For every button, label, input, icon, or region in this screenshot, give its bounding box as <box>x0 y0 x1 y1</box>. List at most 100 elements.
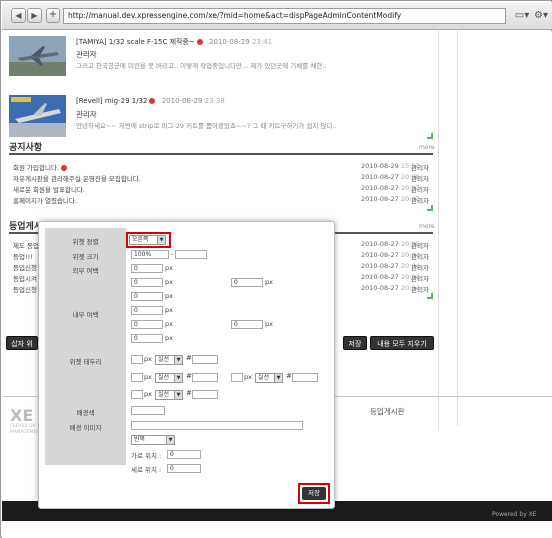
outer-margin-bottom-input[interactable]: 0 <box>131 292 163 301</box>
border-top-style-select[interactable]: 실선 ▼ <box>155 355 183 365</box>
border-bottom-color-input[interactable] <box>192 390 218 399</box>
border-left-width-input[interactable] <box>131 373 143 382</box>
widget-style-dialog: 위젯 정렬 오른쪽 ▼ 위젯 크기 100% - 외부 여백 0 px 0 px … <box>38 221 335 509</box>
inner-margin-bottom-input[interactable]: 0 <box>131 334 163 343</box>
inner-margin-top-input[interactable]: 0 <box>131 306 163 315</box>
new-badge-icon <box>61 165 67 171</box>
mig29-model-thumbnail[interactable] <box>9 95 66 137</box>
px-unit: px <box>165 334 173 342</box>
inner-margin-right-input[interactable]: 0 <box>231 320 263 329</box>
border-right-color-input[interactable] <box>292 373 318 382</box>
background-image-input[interactable] <box>131 421 303 430</box>
news-title[interactable]: [TAMIYA] 1/32 scale F-15C 제작중~ 2010-08-2… <box>76 37 272 47</box>
border-left-style-select[interactable]: 실선 ▼ <box>155 373 183 383</box>
notice-row[interactable]: 자유게시판을 관리해주실 운영진을 모집합니다. 2010-08-27 20:0… <box>13 173 433 183</box>
news-author: 관리자 <box>76 50 97 59</box>
dropdown-arrow-icon: ▼ <box>174 391 182 399</box>
xe-logo: XE <box>10 406 34 425</box>
px-unit: px <box>165 292 173 300</box>
inner-margin-label: 내부 여백 <box>72 311 99 319</box>
border-top-width-input[interactable] <box>131 355 143 364</box>
signup-more-link[interactable]: more <box>419 223 435 230</box>
xe-logo-tagline: CLEVER OR <box>10 424 36 429</box>
outer-margin-left-input[interactable]: 0 <box>131 278 163 287</box>
dropdown-arrow-icon: ▼ <box>274 374 282 382</box>
powered-by: Powered by XE <box>492 511 537 518</box>
px-unit: px <box>265 320 273 328</box>
background-color-input[interactable] <box>131 406 165 415</box>
news-item[interactable]: [Revell] mig-29 1/32 2010-08-29 23:38 관리… <box>7 89 435 143</box>
new-badge-icon <box>196 39 203 45</box>
border-right-width-input[interactable] <box>231 373 243 382</box>
border-bottom-width-input[interactable] <box>131 390 143 399</box>
page-save-button[interactable]: 저장 <box>343 336 367 350</box>
px-unit: px <box>165 278 173 286</box>
background-color-label: 배경색 <box>76 409 95 417</box>
outer-margin-label: 외부 여백 <box>72 267 99 275</box>
background-image-label: 배경 이미지 <box>69 424 102 432</box>
widget-position-select[interactable]: 오른쪽 ▼ <box>129 235 166 245</box>
right-column-divider <box>457 31 458 426</box>
border-left-color-input[interactable] <box>192 373 218 382</box>
resize-handle-icon[interactable] <box>427 133 433 139</box>
outer-margin-top-input[interactable]: 0 <box>131 264 163 273</box>
border-right-style-select[interactable]: 실선 ▼ <box>255 373 283 383</box>
px-unit: px <box>244 373 252 381</box>
px-unit: px <box>144 373 152 381</box>
widget-size-label: 위젯 크기 <box>72 253 99 261</box>
insert-widget-button[interactable]: 삽자 위 <box>6 336 38 350</box>
inner-margin-left-input[interactable]: 0 <box>131 320 163 329</box>
y-position-label: 세로 위치 : <box>131 466 162 474</box>
notice-more-link[interactable]: more <box>419 144 435 151</box>
news-summary: 그리고 한국공군에 미련을 못 버리고.. 이렇게 작업중입니다만... 제가 … <box>76 62 327 70</box>
notice-row[interactable]: 홈페이지가 열렸습니다. 2010-08-27 20:07 관리자 <box>13 195 433 205</box>
y-position-input[interactable]: 0 <box>167 464 201 473</box>
dropdown-arrow-icon: ▼ <box>157 236 165 244</box>
x-position-input[interactable]: 0 <box>167 450 201 459</box>
section-divider <box>9 153 433 155</box>
news-summary: 안녕하세요~~ 저번에 strip로 미그-29 키트를 뽑아봤었죠~~? 그 … <box>76 122 337 130</box>
widget-height-input[interactable] <box>175 250 207 259</box>
footer-link[interactable]: 등업게시판 <box>370 406 405 417</box>
px-unit: px <box>144 355 152 363</box>
size-separator: - <box>171 250 174 258</box>
hash-sign: # <box>286 372 292 380</box>
widget-position-label: 위젯 정렬 <box>72 238 99 246</box>
px-unit: px <box>265 278 273 286</box>
dialog-save-button[interactable]: 저장 <box>302 487 326 500</box>
px-unit: px <box>165 306 173 314</box>
hash-sign: # <box>186 354 192 362</box>
forward-button[interactable]: ▶ <box>27 8 42 23</box>
xe-logo-tagline: MANAGEMEN <box>10 430 40 435</box>
notice-row[interactable]: 회원 가입합니다. 2010-08-29 15:57 관리자 <box>13 162 433 172</box>
widget-border-label: 위젯 테두리 <box>69 358 102 366</box>
news-title[interactable]: [Revell] mig-29 1/32 2010-08-29 23:38 <box>76 97 225 105</box>
hash-sign: # <box>186 389 192 397</box>
page-menu-icon[interactable]: ▭▾ <box>512 9 532 23</box>
clear-all-button[interactable]: 내용 모두 지우기 <box>370 336 434 350</box>
add-tab-button[interactable]: + <box>46 8 60 23</box>
px-unit: px <box>165 264 173 272</box>
f15-model-thumbnail[interactable] <box>9 36 66 76</box>
tools-menu-icon[interactable]: ⚙▾ <box>531 9 551 23</box>
news-author: 관리자 <box>76 110 97 119</box>
address-bar[interactable]: http://manual.dev.xpressengine.com/xe/?m… <box>63 8 506 24</box>
browser-window: ◀ ▶ + http://manual.dev.xpressengine.com… <box>0 0 552 538</box>
x-position-label: 가로 위치 : <box>131 452 162 460</box>
px-unit: px <box>165 320 173 328</box>
notice-title[interactable]: 공지사항 <box>9 140 42 153</box>
news-item[interactable]: [TAMIYA] 1/32 scale F-15C 제작중~ 2010-08-2… <box>7 33 435 87</box>
dropdown-arrow-icon: ▼ <box>174 356 182 364</box>
new-badge-icon <box>149 98 156 104</box>
widget-width-input[interactable]: 100% <box>131 250 169 259</box>
resize-handle-icon[interactable] <box>427 205 433 211</box>
border-top-color-input[interactable] <box>192 355 218 364</box>
outer-margin-right-input[interactable]: 0 <box>231 278 263 287</box>
back-button[interactable]: ◀ <box>11 8 26 23</box>
border-bottom-style-select[interactable]: 실선 ▼ <box>155 390 183 400</box>
resize-handle-icon[interactable] <box>427 293 433 299</box>
px-unit: px <box>144 390 152 398</box>
background-repeat-select[interactable]: 반복 ▼ <box>131 435 175 445</box>
dropdown-arrow-icon: ▼ <box>166 436 174 444</box>
notice-row[interactable]: 새로운 회원을 발표합니다. 2010-08-27 20:07 관리자 <box>13 184 433 194</box>
